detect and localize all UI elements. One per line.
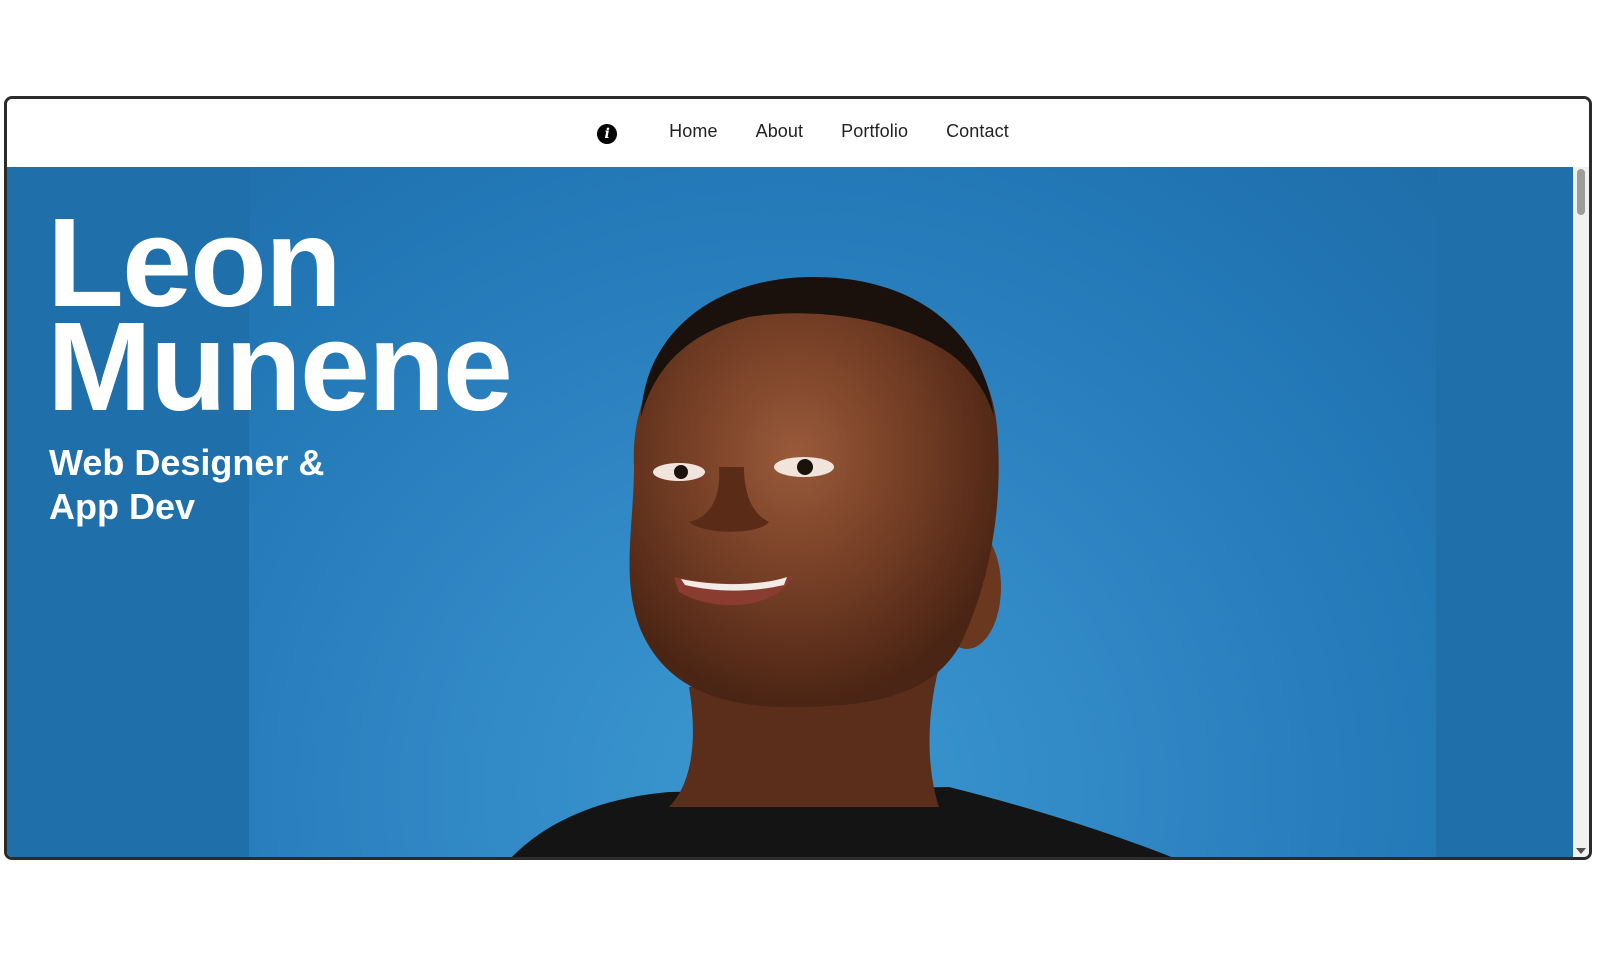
- vertical-scrollbar[interactable]: [1573, 167, 1589, 857]
- logo-glyph: i: [604, 126, 610, 142]
- nav-menu: i Home About Portfolio Contact: [597, 118, 1009, 144]
- hero-role: Web Designer & App Dev: [49, 441, 339, 529]
- scrollbar-thumb[interactable]: [1577, 169, 1585, 215]
- hero-text-block: Leon Munene Web Designer & App Dev: [47, 200, 513, 529]
- hero-section: Leon Munene Web Designer & App Dev: [7, 167, 1580, 857]
- nav-link-contact[interactable]: Contact: [946, 121, 1009, 142]
- top-navbar: i Home About Portfolio Contact: [7, 99, 1589, 167]
- browser-window: i Home About Portfolio Contact Leon Mune…: [4, 96, 1592, 860]
- hero-name: Leon Munene: [47, 200, 513, 430]
- scroll-down-arrow-icon[interactable]: [1576, 848, 1586, 854]
- nav-link-portfolio[interactable]: Portfolio: [841, 121, 908, 142]
- logo-icon[interactable]: i: [597, 124, 618, 144]
- hero-name-last: Munene: [47, 296, 513, 437]
- nav-link-home[interactable]: Home: [669, 121, 717, 142]
- hero-role-line1: Web Designer &: [49, 442, 325, 483]
- hero-role-line2: App Dev: [49, 486, 196, 527]
- nav-link-about[interactable]: About: [756, 121, 804, 142]
